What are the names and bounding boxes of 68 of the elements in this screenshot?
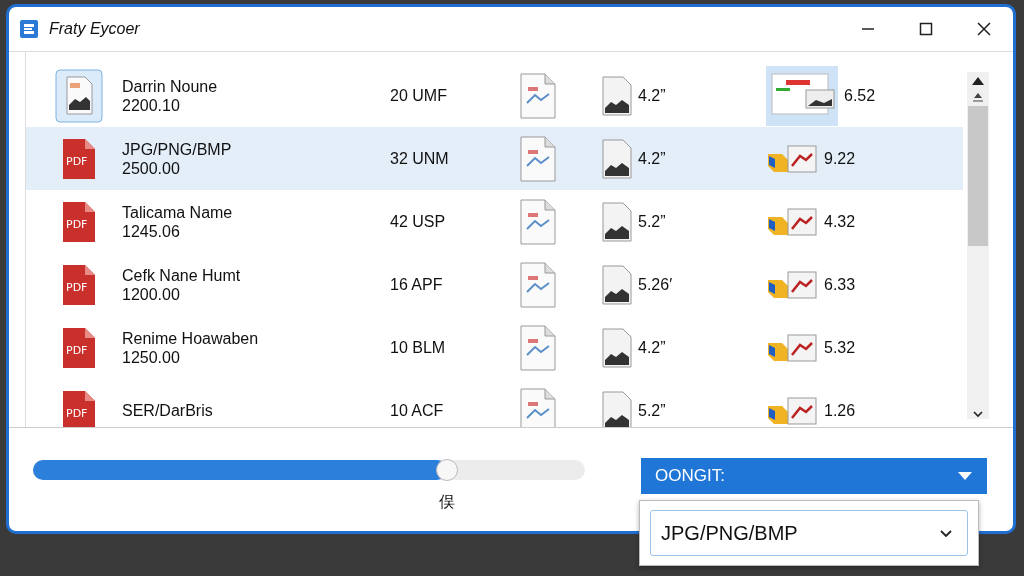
file-unit: 42 USP [390, 212, 447, 231]
file-score: 9.22 [824, 149, 856, 168]
file-name: Renime Hoawaben [122, 328, 260, 348]
image-file-icon [602, 264, 632, 305]
file-size: 4.2” [638, 338, 666, 357]
slider-label: 俣 [439, 492, 455, 512]
file-name: SER/DarBris [122, 401, 214, 420]
image-file-icon [602, 138, 632, 179]
scroll-up-icon[interactable] [971, 76, 985, 86]
dropdown-button[interactable]: OONGIT: [641, 458, 987, 494]
slider-track[interactable] [33, 460, 585, 480]
vertical-scrollbar[interactable] [967, 72, 989, 419]
file-row[interactable]: PDF Cefk Nane Humt 1200.00 16 APF 5.26′ 6.33 [26, 253, 963, 316]
file-score: 6.52 [844, 86, 876, 105]
file-amount: 2500.00 [122, 158, 181, 178]
file-amount: 1250.00 [122, 347, 181, 367]
file-score: 4.32 [824, 212, 856, 231]
image-file-icon [602, 75, 632, 116]
file-unit: 16 APF [390, 275, 444, 294]
pdf-file-icon: PDF [62, 263, 96, 306]
image-file-icon [602, 327, 632, 368]
document-icon [520, 135, 556, 182]
file-name: JPG/PNG/BMP [122, 139, 233, 159]
file-amount: 2200.10 [122, 95, 181, 115]
close-icon [977, 22, 991, 36]
file-amount: 1245.06 [122, 221, 181, 241]
scroll-down-icon[interactable] [971, 409, 985, 419]
pdf-file-icon: PDF [62, 389, 96, 427]
file-name: Cefk Nane Humt [122, 265, 242, 285]
file-name: Talicama Name [122, 202, 234, 222]
file-row[interactable]: PDF SER/DarBris 10 ACF 5.2” 1.26 [26, 379, 963, 427]
document-icon [520, 72, 556, 119]
window-title: Fraty Eycoer [49, 20, 140, 38]
file-unit: 20 UMF [390, 86, 448, 105]
document-icon [520, 324, 556, 371]
chevron-down-icon [939, 528, 953, 538]
file-size: 5.26′ [638, 275, 673, 294]
pdf-file-icon: PDF [62, 137, 96, 180]
pdf-file-icon: PDF [62, 326, 96, 369]
file-unit: 10 BLM [390, 338, 447, 357]
file-score: 1.26 [824, 401, 856, 420]
file-row[interactable]: PDF JPG/PNG/BMP 2500.00 32 UNM 4.2” 9.22 [26, 127, 963, 190]
image-file-icon [602, 201, 632, 242]
file-name: Darrin Noune [122, 76, 219, 96]
file-unit: 32 UNM [390, 149, 450, 168]
file-size: 5.2” [638, 401, 666, 420]
file-row[interactable]: Darrin Noune 2200.10 20 UMF 4.2” 6.52 [26, 64, 963, 127]
file-row[interactable]: PDF Renime Hoawaben 1250.00 10 BLM 4.2” 5.32 [26, 316, 963, 379]
file-row[interactable]: PDF Talicama Name 1245.06 42 USP 5.2” 4.32 [26, 190, 963, 253]
caret-icon [957, 471, 973, 481]
maximize-icon [919, 22, 933, 36]
slider-thumb[interactable] [436, 459, 458, 481]
pdf-file-icon: PDF [62, 200, 96, 243]
file-score: 5.32 [824, 338, 856, 357]
file-size: 4.2” [638, 149, 666, 168]
file-size: 5.2” [638, 212, 666, 231]
app-icon [19, 19, 39, 39]
file-unit: 10 ACF [390, 401, 445, 420]
document-icon [520, 198, 556, 245]
file-score: 6.33 [824, 275, 856, 294]
scrollbar-thumb[interactable] [968, 106, 988, 246]
image-file-icon [602, 390, 632, 427]
file-size: 4.2” [638, 86, 666, 105]
image-file-icon [55, 68, 103, 123]
screenshot-thumbnail [766, 65, 838, 126]
file-amount: 1200.00 [122, 284, 181, 304]
format-select[interactable]: JPG/PNG/BMP [650, 510, 968, 556]
document-icon [520, 261, 556, 308]
